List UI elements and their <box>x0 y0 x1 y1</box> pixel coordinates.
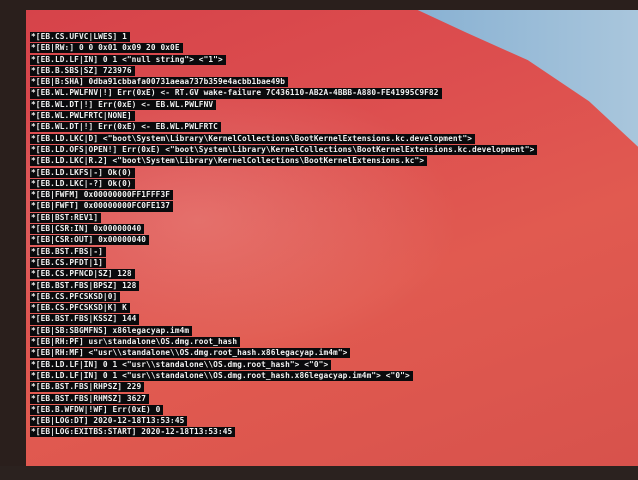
boot-log: *[EB.CS.UFVC|LWES] 1 *[EB|RW:] 0 0 0x01 … <box>30 24 638 438</box>
monitor-screen: *[EB.CS.UFVC|LWES] 1 *[EB|RW:] 0 0 0x01 … <box>26 10 638 466</box>
monitor-bezel <box>0 466 638 480</box>
log-line: *[EB|LOG:EXITBS:START] 2020-12-18T13:53:… <box>30 427 236 438</box>
